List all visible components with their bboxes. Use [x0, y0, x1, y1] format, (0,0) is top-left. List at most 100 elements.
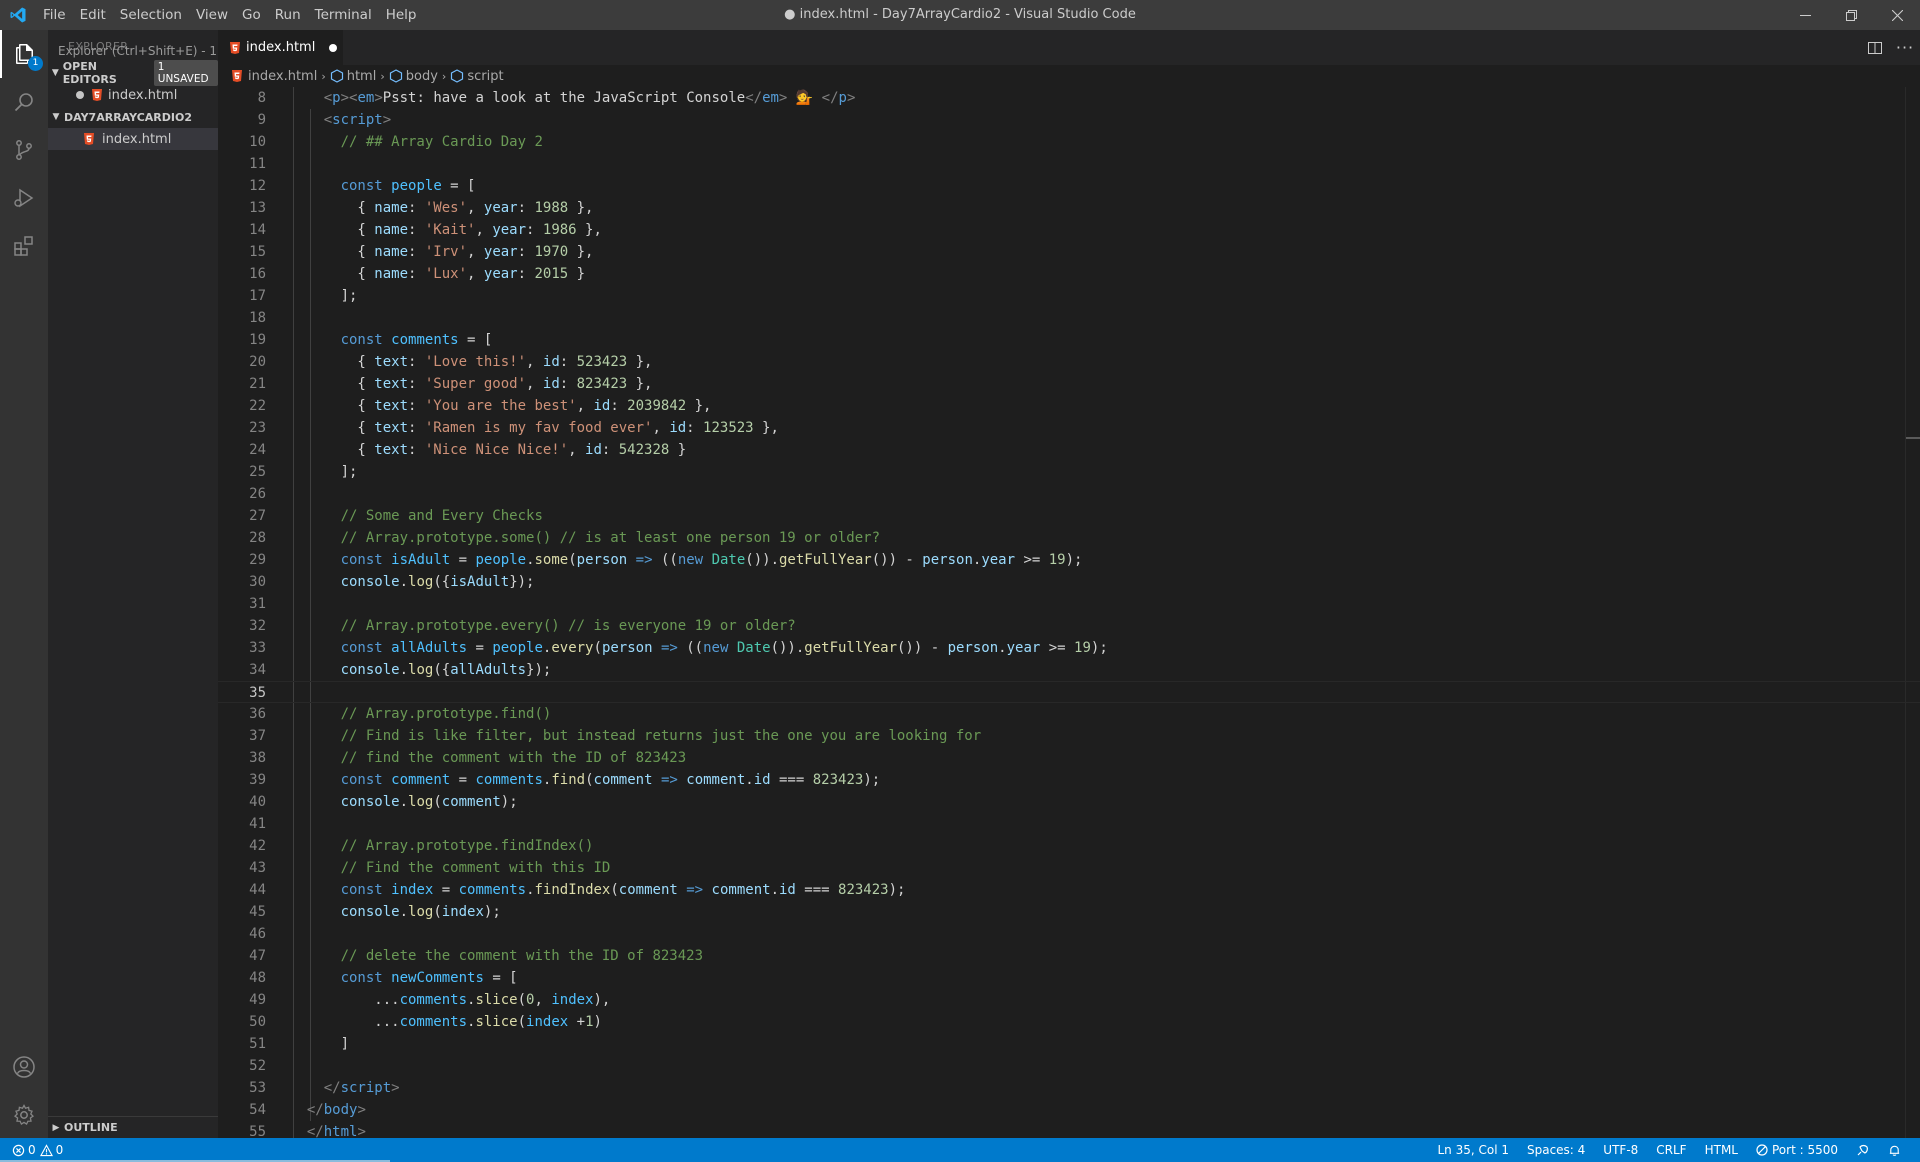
code-line[interactable]: 44 const index = comments.findIndex(comm…	[218, 879, 1920, 901]
menu-selection[interactable]: Selection	[113, 0, 189, 30]
split-editor-button[interactable]	[1860, 30, 1890, 65]
code-line[interactable]: 27 // Some and Every Checks	[218, 505, 1920, 527]
line-number: 45	[249, 904, 266, 920]
explorer-activity-button[interactable]: 1	[0, 30, 48, 78]
search-activity-button[interactable]	[0, 78, 48, 126]
live-server-port[interactable]: Port : 5500	[1756, 1143, 1838, 1157]
breadcrumb-item-script[interactable]: script	[450, 69, 504, 84]
menu-view[interactable]: View	[189, 0, 235, 30]
code-line[interactable]: 30 console.log({isAdult});	[218, 571, 1920, 593]
manage-activity-button[interactable]	[0, 1091, 48, 1139]
more-actions-button[interactable]: ···	[1890, 30, 1920, 65]
restore-button[interactable]	[1828, 0, 1874, 30]
code-line[interactable]: 46	[218, 923, 1920, 945]
code-token: =	[450, 552, 476, 568]
code-line[interactable]: 36 // Array.prototype.find()	[218, 703, 1920, 725]
code-line[interactable]: 54 </body>	[218, 1099, 1920, 1121]
code-line[interactable]: 29 const isAdult = people.some(person =>…	[218, 549, 1920, 571]
code-line[interactable]: 17 ];	[218, 285, 1920, 307]
menu-terminal[interactable]: Terminal	[308, 0, 379, 30]
code-line[interactable]: 45 console.log(index);	[218, 901, 1920, 923]
code-line[interactable]: 12 const people = [	[218, 175, 1920, 197]
code-line[interactable]: 19 const comments = [	[218, 329, 1920, 351]
code-line[interactable]: 20 { text: 'Love this!', id: 523423 },	[218, 351, 1920, 373]
menu-run[interactable]: Run	[268, 0, 308, 30]
code-line[interactable]: 28 // Array.prototype.some() // is at le…	[218, 527, 1920, 549]
code-token: Date	[711, 552, 746, 568]
tab-label: index.html	[246, 40, 316, 55]
feedback-button[interactable]	[1856, 1143, 1870, 1157]
code-line[interactable]: 13 { name: 'Wes', year: 1988 },	[218, 197, 1920, 219]
code-line[interactable]: 51 ]	[218, 1033, 1920, 1055]
file-tree-item[interactable]: index.html	[48, 128, 218, 150]
unsaved-dot-icon[interactable]	[329, 43, 338, 52]
cursor-position[interactable]: Ln 35, Col 1	[1437, 1143, 1509, 1157]
menu-go[interactable]: Go	[235, 0, 268, 30]
code-token: ,	[467, 266, 484, 282]
code-line[interactable]: 40 console.log(comment);	[218, 791, 1920, 813]
code-line[interactable]: 9 <script>	[218, 109, 1920, 131]
code-line[interactable]: 15 { name: 'Irv', year: 1970 },	[218, 241, 1920, 263]
code-line[interactable]: 55 </html>	[218, 1121, 1920, 1138]
notifications-button[interactable]	[1888, 1144, 1901, 1157]
code-token: ]	[290, 1036, 350, 1052]
code-line[interactable]: 43 // Find the comment with this ID	[218, 857, 1920, 879]
menu-edit[interactable]: Edit	[73, 0, 113, 30]
code-line[interactable]: 41	[218, 813, 1920, 835]
line-ending[interactable]: CRLF	[1656, 1143, 1686, 1157]
code-line[interactable]: 14 { name: 'Kait', year: 1986 },	[218, 219, 1920, 241]
folder-label: DAY7ARRAYCARDIO2	[64, 110, 192, 124]
open-editors-header[interactable]: ▼ OPEN EDITORS 1 UNSAVED	[48, 60, 218, 86]
code-line[interactable]: 22 { text: 'You are the best', id: 20398…	[218, 395, 1920, 417]
code-line[interactable]: 47 // delete the comment with the ID of …	[218, 945, 1920, 967]
code-line[interactable]: 31	[218, 593, 1920, 615]
code-line[interactable]: 38 // find the comment with the ID of 82…	[218, 747, 1920, 769]
language-mode[interactable]: HTML	[1705, 1143, 1738, 1157]
code-line[interactable]: 49 ...comments.slice(0, index),	[218, 989, 1920, 1011]
code-line[interactable]: 37 // Find is like filter, but instead r…	[218, 725, 1920, 747]
code-line[interactable]: 8 <p><em>Psst: have a look at the JavaSc…	[218, 87, 1920, 109]
activity-bar: 1	[0, 30, 48, 1138]
code-line[interactable]: 33 const allAdults = people.every(person…	[218, 637, 1920, 659]
code-line[interactable]: 50 ...comments.slice(index +1)	[218, 1011, 1920, 1033]
problems-indicator[interactable]: 0 0	[12, 1143, 63, 1157]
code-line[interactable]: 26	[218, 483, 1920, 505]
code-line[interactable]: 21 { text: 'Super good', id: 823423 },	[218, 373, 1920, 395]
code-line[interactable]: 39 const comment = comments.find(comment…	[218, 769, 1920, 791]
accounts-activity-button[interactable]	[0, 1043, 48, 1091]
code-line[interactable]: 16 { name: 'Lux', year: 2015 }	[218, 263, 1920, 285]
code-line[interactable]: 25 ];	[218, 461, 1920, 483]
open-editor-item[interactable]: index.html	[48, 84, 218, 106]
run-debug-activity-button[interactable]	[0, 174, 48, 222]
folder-header[interactable]: ▼ DAY7ARRAYCARDIO2	[48, 106, 218, 128]
tab-index-html[interactable]: index.html	[218, 30, 343, 65]
code-line[interactable]: 34 console.log({allAdults});	[218, 659, 1920, 681]
outline-section-header[interactable]: ▶ OUTLINE	[48, 1116, 218, 1138]
code-line[interactable]: 35	[218, 681, 1920, 703]
code-line[interactable]: 10 // ## Array Cardio Day 2	[218, 131, 1920, 153]
encoding[interactable]: UTF-8	[1603, 1143, 1638, 1157]
code-line[interactable]: 11	[218, 153, 1920, 175]
menu-file[interactable]: File	[36, 0, 73, 30]
code-editor[interactable]: 8 <p><em>Psst: have a look at the JavaSc…	[218, 87, 1920, 1138]
menu-help[interactable]: Help	[379, 0, 424, 30]
code-line[interactable]: 23 { text: 'Ramen is my fav food ever', …	[218, 417, 1920, 439]
code-line[interactable]: 52	[218, 1055, 1920, 1077]
indentation[interactable]: Spaces: 4	[1527, 1143, 1585, 1157]
code-line[interactable]: 53 </script>	[218, 1077, 1920, 1099]
breadcrumb-item-html[interactable]: html	[330, 69, 376, 84]
close-button[interactable]	[1874, 0, 1920, 30]
code-line[interactable]: 42 // Array.prototype.findIndex()	[218, 835, 1920, 857]
code-line[interactable]: 32 // Array.prototype.every() // is ever…	[218, 615, 1920, 637]
breadcrumb-item-body[interactable]: body	[389, 69, 438, 84]
extensions-activity-button[interactable]	[0, 222, 48, 270]
breadcrumb-item-file[interactable]: index.html	[232, 69, 317, 84]
code-line[interactable]: 48 const newComments = [	[218, 967, 1920, 989]
minimize-button[interactable]	[1782, 0, 1828, 30]
code-line[interactable]: 24 { text: 'Nice Nice Nice!', id: 542328…	[218, 439, 1920, 461]
code-line[interactable]: 18	[218, 307, 1920, 329]
source-control-activity-button[interactable]	[0, 126, 48, 174]
